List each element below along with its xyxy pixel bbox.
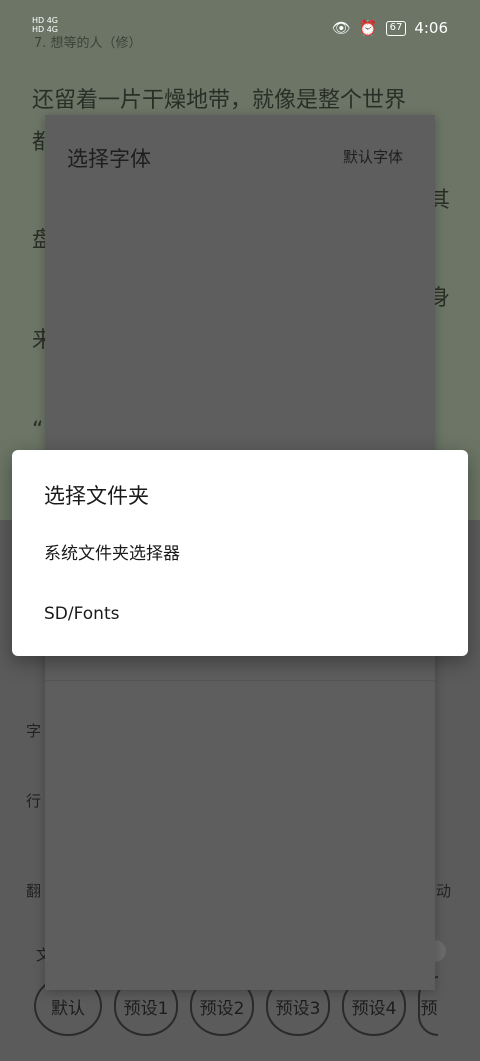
status-icons: 👁 ⏰ 67 4:06 xyxy=(332,19,448,37)
line-spacing-label: 行 xyxy=(26,792,42,810)
eye-icon: 👁 xyxy=(331,19,351,37)
page-turn-mode-label: 动 xyxy=(436,882,452,900)
status-bar: HD 4G HD 4G 👁 ⏰ 67 4:06 xyxy=(0,0,480,56)
alarm-icon: ⏰ xyxy=(358,19,378,37)
default-font-button[interactable]: 默认字体 xyxy=(343,146,403,167)
reader-text-line: 还留着一片干燥地带，就像是整个世界 xyxy=(32,88,407,113)
divider xyxy=(45,680,435,681)
signal-indicators: HD 4G HD 4G xyxy=(32,16,58,34)
page-turn-label: 翻 xyxy=(26,882,42,900)
reader-text-line: “ xyxy=(32,418,44,443)
signal-icon: HD 4G xyxy=(32,25,59,34)
clock: 4:06 xyxy=(414,19,448,37)
sd-fonts-option[interactable]: SD/Fonts xyxy=(12,589,468,639)
font-size-label: 字 xyxy=(26,722,42,740)
folder-chooser-dialog: 选择文件夹 系统文件夹选择器 SD/Fonts xyxy=(12,450,468,656)
folder-dialog-title: 选择文件夹 xyxy=(44,484,149,508)
battery-icon: 67 xyxy=(385,20,407,36)
signal-icon: HD 4G xyxy=(32,16,59,25)
font-dialog-title: 选择字体 xyxy=(67,147,151,171)
system-folder-picker-option[interactable]: 系统文件夹选择器 xyxy=(12,526,468,576)
